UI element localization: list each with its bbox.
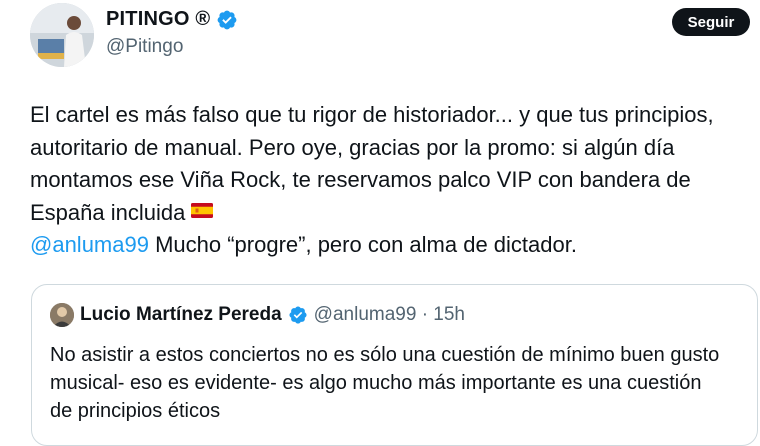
- tweet-mention-line: @anluma99 Mucho “progre”, pero con alma …: [30, 229, 750, 262]
- mention-link[interactable]: @anluma99: [30, 232, 149, 257]
- tweet-line: autoritario de manual. Pero oye, gracias…: [30, 134, 675, 160]
- quoted-author-name[interactable]: Lucio Martínez Pereda: [80, 304, 282, 326]
- verified-badge-icon: [217, 10, 237, 29]
- spain-flag-icon: [191, 203, 214, 219]
- quoted-author-avatar[interactable]: [50, 303, 74, 327]
- quoted-tweet-line: No asistir a estos conciertos no es sólo…: [50, 344, 720, 366]
- tweet-after-mention: Mucho “progre”, pero con alma de dictado…: [148, 232, 577, 257]
- tweet-text: El cartel es más falso que tu rigor de h…: [30, 99, 750, 262]
- tweet-line: montamos ese Viña Rock, te reservamos pa…: [30, 167, 691, 192]
- author-display-name[interactable]: PITINGO ®: [106, 8, 210, 31]
- tweet-line: España incluida: [30, 199, 186, 225]
- tweet-line: El cartel es más falso que tu rigor de h…: [30, 102, 714, 127]
- author-name-row: PITINGO ®: [106, 8, 238, 31]
- author-avatar[interactable]: [30, 3, 94, 67]
- quoted-tweet-header: Lucio Martínez Pereda @anluma99 · 15h: [50, 303, 465, 327]
- follow-button[interactable]: Seguir: [672, 8, 750, 36]
- quoted-tweet-meta: @anluma99 · 15h: [313, 304, 465, 325]
- author-handle[interactable]: @Pitingo: [106, 36, 183, 58]
- avatar-image: [30, 3, 94, 67]
- quoted-avatar-image: [50, 303, 74, 327]
- quoted-tweet[interactable]: Lucio Martínez Pereda @anluma99 · 15h No…: [31, 284, 758, 446]
- tweet-line-last: España incluida: [30, 197, 750, 230]
- quoted-verified-badge-icon: [289, 306, 307, 324]
- quoted-tweet-line: musical- eso es evidente- es algo mucho …: [50, 372, 702, 394]
- quoted-tweet-line: de principios éticos: [50, 400, 221, 422]
- quoted-tweet-text: No asistir a estos conciertos no es sólo…: [50, 341, 750, 425]
